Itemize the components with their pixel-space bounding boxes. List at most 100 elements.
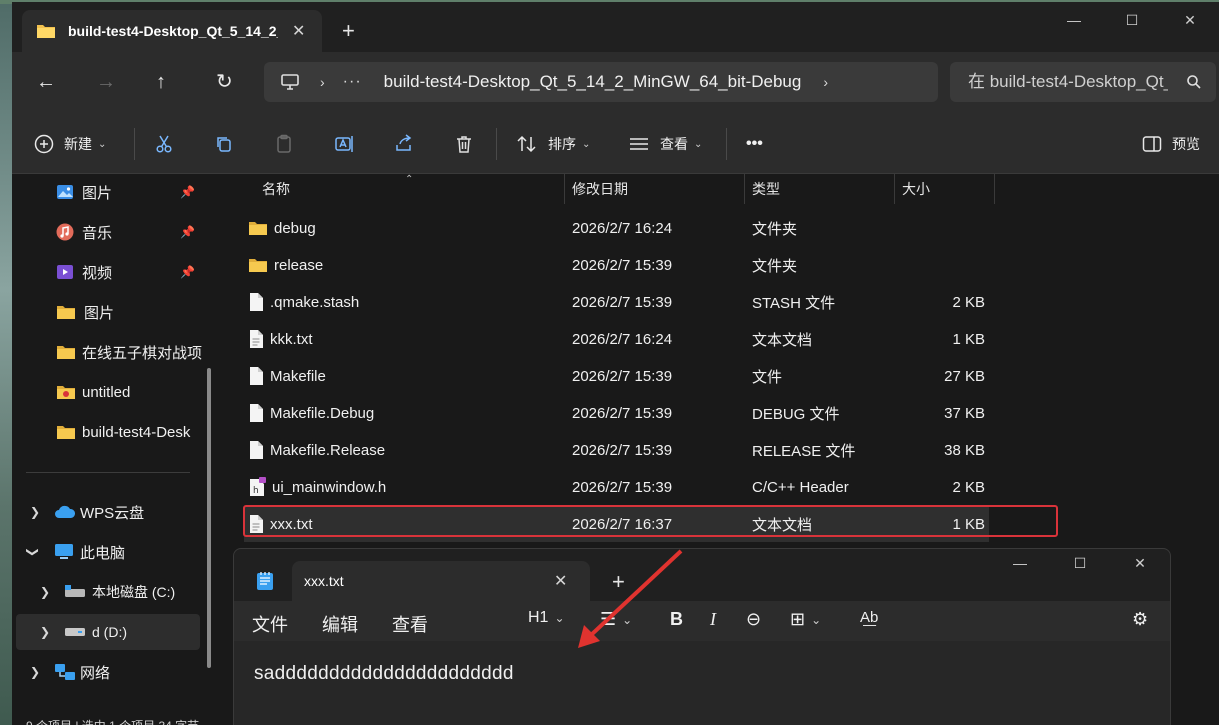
folder-icon	[57, 426, 75, 439]
sidebar-item-videos[interactable]: 视频 📌	[12, 254, 217, 290]
maximize-button[interactable]: ☐	[1103, 2, 1161, 38]
column-header-type[interactable]: 类型	[752, 174, 780, 204]
minimize-button[interactable]: —	[1045, 2, 1103, 38]
cut-button[interactable]	[154, 114, 174, 174]
chevron-right-icon[interactable]: ❯	[40, 625, 50, 639]
more-options-button[interactable]: •••	[746, 114, 763, 174]
column-divider[interactable]	[744, 174, 745, 204]
up-button[interactable]: ↑	[156, 70, 166, 94]
sidebar-item-label: 视频	[82, 264, 113, 282]
sidebar-scrollbar[interactable]	[207, 368, 211, 668]
file-row[interactable]: h ui_mainwindow.h 2026/2/7 15:39 C/C++ Head…	[244, 469, 989, 505]
column-header-name[interactable]: 名称	[262, 174, 290, 204]
menu-edit[interactable]: 编辑	[322, 611, 358, 637]
minimize-button[interactable]: —	[990, 555, 1050, 572]
file-row[interactable]: Makefile 2026/2/7 15:39 文件 27 KB	[244, 358, 989, 394]
search-input[interactable]	[968, 72, 1168, 92]
refresh-button[interactable]: ↻	[216, 70, 233, 94]
column-header-date[interactable]: 修改日期	[572, 174, 628, 204]
file-name-cell: h ui_mainwindow.h	[248, 469, 386, 505]
chevron-right-icon[interactable]: ❯	[30, 665, 40, 679]
explorer-tab[interactable]: build-test4-Desktop_Qt_5_14_2_MinGW_64_b…	[22, 10, 322, 52]
sidebar-item-untitled[interactable]: untitled	[12, 374, 217, 410]
column-header-size[interactable]: 大小	[902, 174, 930, 204]
notepad-editor[interactable]: sadddddddddddddddddddddd	[234, 641, 1170, 725]
file-row[interactable]: .qmake.stash 2026/2/7 15:39 STASH 文件 2 KB	[244, 284, 989, 320]
file-row[interactable]: release 2026/2/7 15:39 文件夹	[244, 247, 989, 283]
column-divider[interactable]	[994, 174, 995, 204]
status-bar: 9 个项目 | 选中 1 个项目 34 字节	[26, 717, 199, 725]
chevron-right-icon[interactable]: ❯	[30, 505, 40, 519]
share-button[interactable]	[394, 114, 414, 174]
sidebar-item-this-pc[interactable]: ❯ 此电脑	[12, 534, 217, 570]
cloud-icon	[55, 505, 76, 518]
close-window-button[interactable]: ✕	[1110, 555, 1170, 572]
file-icon	[248, 366, 264, 386]
pin-icon[interactable]: 📌	[180, 265, 195, 279]
file-row[interactable]: Makefile.Release 2026/2/7 15:39 RELEASE 文件…	[244, 432, 989, 468]
desktop-background	[0, 0, 12, 725]
bold-icon[interactable]: B	[670, 609, 683, 630]
breadcrumb-current[interactable]: build-test4-Desktop_Qt_5_14_2_MinGW_64_b…	[384, 72, 802, 92]
breadcrumb[interactable]: › ··· build-test4-Desktop_Qt_5_14_2_MinG…	[264, 62, 938, 102]
chevron-down-icon[interactable]: ❯	[26, 547, 40, 557]
file-row[interactable]: debug 2026/2/7 16:24 文件夹	[244, 210, 989, 246]
view-button[interactable]: 查看 ⌄	[628, 114, 702, 174]
column-divider[interactable]	[564, 174, 565, 204]
preview-pane-button[interactable]: 预览	[1142, 114, 1200, 174]
file-row[interactable]: kkk.txt 2026/2/7 16:24 文本文档 1 KB	[244, 321, 989, 357]
sidebar-item-build-test4[interactable]: build-test4-Desk	[12, 414, 217, 450]
copy-button[interactable]	[214, 114, 234, 174]
file-name: Makefile.Debug	[270, 404, 375, 422]
sidebar-item-drive-c[interactable]: ❯ 本地磁盘 (C:)	[12, 574, 217, 610]
rename-button[interactable]	[334, 114, 356, 174]
sort-button[interactable]: 排序 ⌄	[516, 114, 590, 174]
spellcheck-icon[interactable]: A͟b	[860, 609, 878, 626]
notepad-content[interactable]: sadddddddddddddddddddddd	[254, 663, 514, 685]
notepad-tab[interactable]: xxx.txt ✕	[292, 561, 590, 601]
close-icon[interactable]: ✕	[554, 571, 567, 591]
new-tab-button[interactable]: +	[612, 571, 625, 593]
close-window-button[interactable]: ✕	[1161, 2, 1219, 38]
text-file-icon	[248, 329, 264, 349]
paste-button[interactable]	[274, 114, 294, 174]
breadcrumb-overflow[interactable]: ···	[343, 73, 362, 91]
file-size: 2 KB	[952, 293, 985, 311]
navigation-pane: 图片 📌 音乐 📌 视频 📌 图片 在线五子棋对战项 untitled buil…	[12, 174, 217, 725]
file-row[interactable]: Makefile.Debug 2026/2/7 15:39 DEBUG 文件 37 K…	[244, 395, 989, 431]
maximize-button[interactable]: ☐	[1050, 555, 1110, 572]
chevron-right-icon[interactable]: ❯	[40, 585, 50, 599]
file-size: 37 KB	[944, 404, 985, 422]
pin-icon[interactable]: 📌	[180, 225, 195, 239]
forward-button[interactable]: →	[96, 70, 116, 94]
new-tab-button[interactable]: +	[342, 20, 355, 42]
file-name-cell: Makefile.Release	[248, 432, 385, 468]
file-date: 2026/2/7 15:39	[572, 404, 673, 422]
chevron-right-icon[interactable]: ›	[823, 74, 828, 90]
sidebar-item-folder-pictures[interactable]: 图片	[12, 294, 217, 330]
menu-view[interactable]: 查看	[392, 611, 428, 637]
new-button[interactable]: 新建 ⌄	[34, 114, 106, 174]
heading-label: H1	[528, 609, 549, 626]
italic-icon[interactable]: I	[710, 609, 716, 630]
sidebar-item-wps-cloud[interactable]: ❯ WPS云盘	[12, 494, 217, 530]
folder-icon	[248, 257, 268, 273]
sidebar-item-pictures[interactable]: 图片 📌	[12, 174, 217, 210]
sidebar-item-network[interactable]: ❯ 网络	[12, 654, 217, 690]
delete-button[interactable]	[454, 114, 474, 174]
link-icon[interactable]: ⊖	[746, 609, 761, 630]
file-icon	[248, 292, 264, 312]
close-icon[interactable]: ✕	[292, 21, 305, 41]
sidebar-item-drive-d[interactable]: ❯ d (D:)	[16, 614, 200, 650]
list-dropdown[interactable]: ☰ ⌄	[600, 609, 632, 630]
settings-gear-icon[interactable]: ⚙	[1132, 609, 1148, 630]
table-dropdown[interactable]: ⊞ ⌄	[790, 609, 821, 630]
menu-file[interactable]: 文件	[252, 611, 288, 637]
file-size: 27 KB	[944, 367, 985, 385]
column-divider[interactable]	[894, 174, 895, 204]
sidebar-item-music[interactable]: 音乐 📌	[12, 214, 217, 250]
back-button[interactable]: ←	[36, 70, 56, 94]
pin-icon[interactable]: 📌	[180, 185, 195, 199]
heading-dropdown[interactable]: H1 ⌄	[528, 609, 565, 627]
sidebar-item-gomoku-project[interactable]: 在线五子棋对战项	[12, 334, 217, 370]
